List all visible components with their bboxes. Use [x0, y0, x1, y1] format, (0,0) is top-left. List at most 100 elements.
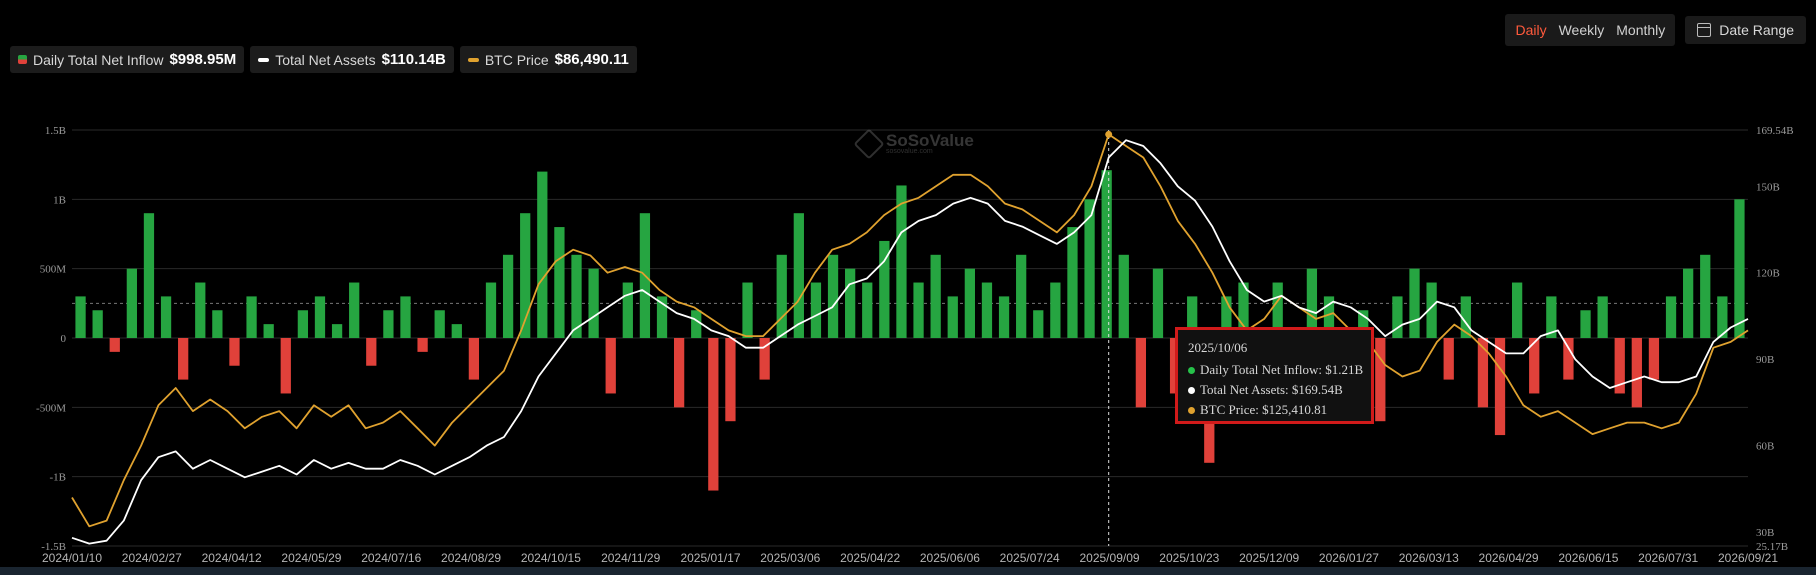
x-tick-label: 2025/04/22	[840, 551, 900, 565]
inflow-bar[interactable]	[691, 310, 702, 338]
inflow-bar[interactable]	[314, 296, 326, 338]
inflow-bar[interactable]	[537, 171, 548, 338]
y-right-tick-label: 150B	[1756, 181, 1780, 193]
inflow-bar[interactable]	[1700, 254, 1711, 338]
inflow-bar[interactable]	[964, 268, 975, 338]
inflow-bar[interactable]	[1443, 338, 1454, 380]
inflow-bar[interactable]	[776, 254, 787, 338]
inflow-bar[interactable]	[366, 338, 377, 366]
chart-canvas[interactable]: 1.5B1B500M0-500M-1B-1.5B169.54B150B120B9…	[0, 0, 1816, 575]
inflow-bar[interactable]	[1631, 338, 1642, 408]
tooltip-date: 2025/10/06	[1188, 340, 1248, 355]
orange-dot-icon	[1188, 406, 1195, 414]
y-right-tick-label: 120B	[1756, 268, 1780, 280]
inflow-bar[interactable]	[280, 338, 291, 394]
inflow-bar[interactable]	[502, 254, 514, 338]
inflow-bar[interactable]	[1118, 254, 1129, 338]
inflow-bar[interactable]	[793, 213, 804, 338]
x-tick-label: 2024/05/29	[281, 551, 341, 565]
y-left-tick-label: 0	[61, 333, 67, 345]
inflow-bar[interactable]	[400, 296, 411, 338]
inflow-bar[interactable]	[708, 338, 719, 491]
y-left-tick-label: 1B	[53, 194, 66, 206]
x-tick-label: 2024/11/29	[601, 551, 660, 565]
y-left-tick-label: 1.5B	[45, 125, 66, 137]
inflow-bar[interactable]	[434, 310, 445, 338]
inflow-bar[interactable]	[1135, 338, 1147, 408]
inflow-bar[interactable]	[742, 282, 753, 338]
inflow-bar[interactable]	[588, 268, 599, 338]
inflow-bar[interactable]	[725, 338, 736, 422]
inflow-bar[interactable]	[1563, 338, 1574, 380]
tooltip-row-assets: Total Net Assets: $169.54B	[1188, 382, 1371, 398]
inflow-bar[interactable]	[1067, 227, 1078, 338]
inflow-bar[interactable]	[160, 296, 172, 338]
tooltip-row-text: Daily Total Net Inflow: $1.21B	[1200, 362, 1364, 377]
inflow-bar[interactable]	[1683, 268, 1694, 338]
inflow-bar[interactable]	[297, 310, 309, 338]
inflow-bar[interactable]	[263, 324, 274, 338]
inflow-bar[interactable]	[930, 254, 941, 338]
inflow-bar[interactable]	[1050, 282, 1061, 338]
inflow-bar[interactable]	[468, 338, 480, 380]
x-tick-label: 2025/03/06	[760, 551, 820, 565]
inflow-bar[interactable]	[92, 310, 103, 338]
inflow-bar[interactable]	[212, 310, 223, 338]
inflow-bar[interactable]	[947, 296, 958, 338]
inflow-bar[interactable]	[229, 338, 240, 366]
tooltip-row-text: Total Net Assets: $169.54B	[1200, 382, 1343, 397]
inflow-bar[interactable]	[331, 324, 343, 338]
inflow-bar[interactable]	[1152, 268, 1164, 338]
x-tick-label: 2026/07/31	[1638, 551, 1698, 565]
inflow-bar[interactable]	[143, 213, 155, 338]
scroll-strip[interactable]	[0, 567, 1816, 575]
x-tick-label: 2025/06/06	[920, 551, 980, 565]
x-tick-label: 2024/08/29	[441, 551, 501, 565]
inflow-bar[interactable]	[1016, 254, 1027, 338]
inflow-bar[interactable]	[126, 268, 137, 338]
y-right-tick-label: 169.54B	[1756, 125, 1794, 137]
inflow-bar[interactable]	[862, 282, 873, 338]
inflow-bar[interactable]	[1101, 170, 1112, 338]
inflow-bar[interactable]	[109, 338, 120, 352]
inflow-bar[interactable]	[75, 296, 86, 338]
inflow-bar[interactable]	[913, 282, 924, 338]
inflow-bar[interactable]	[1648, 338, 1660, 380]
y-left-tick-label: 500M	[40, 264, 67, 276]
inflow-bar[interactable]	[1033, 310, 1044, 338]
inflow-bar[interactable]	[1375, 338, 1386, 422]
inflow-bar[interactable]	[1580, 310, 1591, 338]
inflow-bar[interactable]	[349, 282, 360, 338]
inflow-bar[interactable]	[1597, 296, 1608, 338]
inflow-bar[interactable]	[1392, 296, 1403, 338]
inflow-bar[interactable]	[827, 254, 839, 338]
sosovalue-logo-icon	[853, 128, 885, 160]
inflow-bar[interactable]	[810, 282, 822, 338]
inflow-bar[interactable]	[622, 282, 633, 338]
inflow-bar[interactable]	[451, 324, 462, 338]
inflow-bar[interactable]	[605, 338, 616, 394]
inflow-bar[interactable]	[896, 185, 907, 338]
y-left-tick-label: -500M	[36, 402, 66, 414]
inflow-bar[interactable]	[554, 227, 565, 338]
inflow-bar[interactable]	[178, 338, 189, 380]
y-right-tick-label: 30B	[1756, 527, 1774, 539]
inflow-bar[interactable]	[485, 282, 497, 338]
x-tick-label: 2025/01/17	[680, 551, 740, 565]
inflow-bar[interactable]	[195, 282, 206, 338]
inflow-bar[interactable]	[383, 310, 394, 338]
inflow-bar[interactable]	[1734, 199, 1745, 338]
inflow-bar[interactable]	[845, 268, 856, 338]
x-tick-label: 2026/03/13	[1399, 551, 1459, 565]
inflow-bar[interactable]	[998, 296, 1010, 338]
inflow-bar[interactable]	[1665, 296, 1677, 338]
crosshair-point	[1105, 130, 1113, 138]
inflow-bar[interactable]	[981, 282, 993, 338]
x-tick-label: 2024/01/10	[42, 551, 102, 565]
x-tick-label: 2026/06/15	[1558, 551, 1618, 565]
inflow-bar[interactable]	[246, 296, 257, 338]
inflow-bar[interactable]	[417, 338, 428, 352]
inflow-bar[interactable]	[1511, 282, 1523, 338]
inflow-bar[interactable]	[673, 338, 685, 408]
inflow-bar[interactable]	[1409, 268, 1420, 338]
